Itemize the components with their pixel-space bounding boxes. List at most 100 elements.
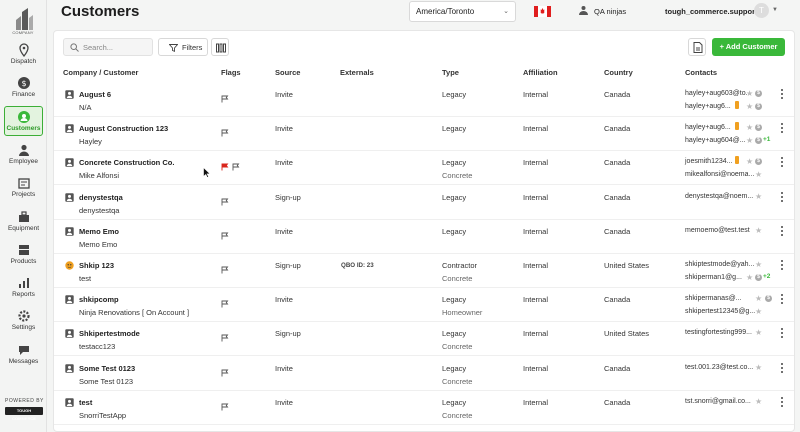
- timezone-select[interactable]: America/Toronto ⌄: [409, 1, 516, 22]
- sidebar-item-dispatch[interactable]: Dispatch: [4, 40, 43, 70]
- contact-email[interactable]: mikealfonsi@noema...: [685, 171, 754, 178]
- chevron-down-icon[interactable]: ▼: [772, 7, 778, 13]
- flag-icon[interactable]: [232, 158, 240, 171]
- customer-name[interactable]: shkipcomp: [79, 295, 119, 304]
- star-icon[interactable]: ★: [746, 136, 753, 145]
- table-row[interactable]: August 6 N/A Invite Legacy Internal Canada hay…: [54, 83, 794, 117]
- star-icon[interactable]: ★: [755, 226, 762, 235]
- column-header-source[interactable]: Source: [275, 68, 300, 77]
- sidebar-item-products[interactable]: Products: [4, 240, 43, 270]
- flag-icon[interactable]: [221, 261, 229, 274]
- contact-email[interactable]: hayley+aug6...: [685, 103, 731, 110]
- row-menu-icon[interactable]: [779, 361, 785, 375]
- flag-icon[interactable]: [221, 329, 229, 342]
- sidebar-item-employee[interactable]: Employee: [4, 140, 43, 170]
- row-menu-icon[interactable]: [779, 224, 785, 238]
- table-row[interactable]: Some Test 0123 Some Test 0123 Invite Legacy…: [54, 357, 794, 391]
- customer-name[interactable]: Shkipertestmode: [79, 329, 140, 338]
- flag-icon[interactable]: [221, 364, 229, 377]
- customer-name[interactable]: Shkip 123: [79, 261, 114, 270]
- row-menu-icon[interactable]: [779, 395, 785, 409]
- table-row[interactable]: Memo Emo Memo Emo Invite Legacy Internal Cana…: [54, 220, 794, 254]
- star-icon[interactable]: ★: [746, 89, 753, 98]
- contact-email[interactable]: shkipermanas@...: [685, 295, 742, 302]
- star-icon[interactable]: ★: [755, 328, 762, 337]
- table-row[interactable]: Shkipertestmode testacc123 Sign-up Legacy Co…: [54, 322, 794, 357]
- contact-email[interactable]: shkipertest12345@g...: [685, 308, 755, 315]
- star-icon[interactable]: ★: [755, 363, 762, 372]
- customer-name[interactable]: August 6: [79, 90, 111, 99]
- contact-email[interactable]: shkiperman1@g...: [685, 274, 742, 281]
- more-contacts-count[interactable]: +1: [763, 136, 770, 143]
- row-menu-icon[interactable]: [779, 326, 785, 340]
- star-icon[interactable]: ★: [746, 123, 753, 132]
- search-box[interactable]: [63, 38, 153, 56]
- filters-button[interactable]: Filters: [158, 38, 208, 56]
- customer-name[interactable]: Some Test 0123: [79, 364, 135, 373]
- row-menu-icon[interactable]: [779, 121, 785, 135]
- flag-icon[interactable]: [221, 193, 229, 206]
- contact-email[interactable]: joesmith1234...: [685, 158, 732, 165]
- table-row[interactable]: shkipcomp Ninja Renovations [ On Account …: [54, 288, 794, 323]
- star-icon[interactable]: ★: [746, 102, 753, 111]
- contact-email[interactable]: hayley+aug6...: [685, 124, 731, 131]
- add-customer-button[interactable]: + Add Customer: [712, 38, 785, 56]
- star-icon[interactable]: ★: [746, 273, 753, 282]
- star-icon[interactable]: ★: [755, 397, 762, 406]
- sidebar-item-settings[interactable]: Settings: [4, 306, 43, 336]
- column-header-flags[interactable]: Flags: [221, 68, 241, 77]
- organization-name[interactable]: QA ninjas: [594, 7, 626, 16]
- canada-flag-icon[interactable]: [534, 6, 551, 17]
- table-row[interactable]: denystestqa denystestqa Sign-up Legacy Inter…: [54, 186, 794, 220]
- contact-email[interactable]: denystestqa@noem...: [685, 193, 753, 200]
- customer-name[interactable]: August Construction 123: [79, 124, 168, 133]
- user-name[interactable]: tough_commerce.support: [665, 7, 758, 16]
- contact-email[interactable]: tst.snorri@gmail.co...: [685, 398, 751, 405]
- table-row[interactable]: test SnorriTestApp Invite Legacy Concrete Int…: [54, 391, 794, 425]
- export-button[interactable]: [688, 38, 706, 56]
- search-input[interactable]: [83, 41, 149, 54]
- table-row[interactable]: August Construction 123 Hayley Invite Legac…: [54, 117, 794, 152]
- table-row[interactable]: Concrete Construction Co. Mike Alfonsi Inv…: [54, 151, 794, 186]
- star-icon[interactable]: ★: [755, 192, 762, 201]
- column-header-country[interactable]: Country: [604, 68, 633, 77]
- contact-email[interactable]: hayley+aug603@to...: [685, 90, 751, 97]
- row-menu-icon[interactable]: [779, 87, 785, 101]
- star-icon[interactable]: ★: [755, 307, 762, 316]
- customer-name[interactable]: Memo Emo: [79, 227, 119, 236]
- sidebar-item-finance[interactable]: $ Finance: [4, 73, 43, 103]
- customer-name[interactable]: test: [79, 398, 92, 407]
- customer-name[interactable]: Concrete Construction Co.: [79, 158, 174, 167]
- columns-button[interactable]: [211, 38, 229, 56]
- sidebar-item-messages[interactable]: Messages: [4, 340, 43, 370]
- star-icon[interactable]: ★: [755, 170, 762, 179]
- customer-name[interactable]: denystestqa: [79, 193, 123, 202]
- flag-icon[interactable]: [221, 124, 229, 137]
- contact-email[interactable]: hayley+aug604@...: [685, 137, 746, 144]
- star-icon[interactable]: ★: [755, 294, 762, 303]
- more-contacts-count[interactable]: +2: [763, 273, 770, 280]
- row-menu-icon[interactable]: [779, 190, 785, 204]
- star-icon[interactable]: ★: [746, 157, 753, 166]
- avatar[interactable]: T: [754, 3, 769, 18]
- flag-icon[interactable]: [221, 295, 229, 308]
- sidebar-item-reports[interactable]: Reports: [4, 273, 43, 303]
- flag-icon[interactable]: [221, 90, 229, 103]
- contact-email[interactable]: memoemo@test.test: [685, 227, 750, 234]
- row-menu-icon[interactable]: [779, 258, 785, 272]
- row-menu-icon[interactable]: [779, 155, 785, 169]
- column-header-company[interactable]: Company / Customer: [63, 68, 138, 77]
- column-header-affiliation[interactable]: Affiliation: [523, 68, 558, 77]
- flag-icon[interactable]: [221, 398, 229, 411]
- red-flag-icon[interactable]: [221, 158, 229, 171]
- contact-email[interactable]: testingfortesting999...: [685, 329, 752, 336]
- table-row[interactable]: Shkip 123 test Sign-up QBO ID: 23 Contractor…: [54, 254, 794, 288]
- column-header-type[interactable]: Type: [442, 68, 459, 77]
- flag-icon[interactable]: [221, 227, 229, 240]
- contact-email[interactable]: shkiptestmode@yah...: [685, 261, 754, 268]
- sidebar-item-projects[interactable]: Projects: [4, 173, 43, 203]
- contact-email[interactable]: test.001.23@test.co...: [685, 364, 753, 371]
- star-icon[interactable]: ★: [755, 260, 762, 269]
- sidebar-item-customers[interactable]: Customers: [4, 106, 43, 136]
- row-menu-icon[interactable]: [779, 292, 785, 306]
